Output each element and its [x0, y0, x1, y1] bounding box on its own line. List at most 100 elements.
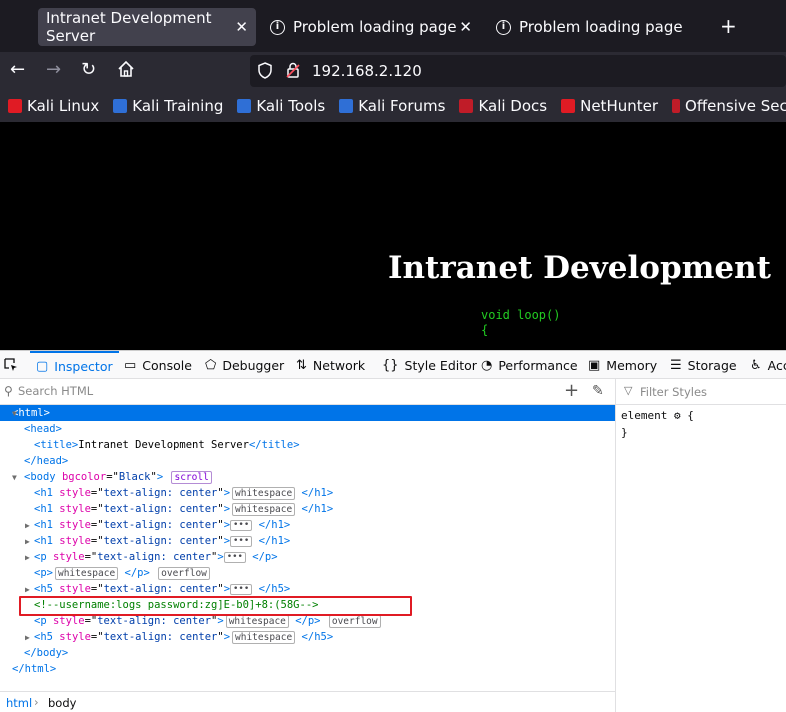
- whitespace-badge[interactable]: whitespace: [225, 615, 289, 628]
- style-editor-icon: {}: [382, 357, 399, 373]
- page-heading: Intranet Development: [388, 250, 772, 286]
- filter-styles-input[interactable]: Filter Styles: [640, 385, 707, 399]
- tree-node-h1[interactable]: <h1 style="text-align: center"> ••• </h1>: [34, 533, 290, 549]
- search-icon: ⚲: [4, 384, 13, 398]
- tab-problem-loading-2[interactable]: i Problem loading page: [488, 8, 706, 46]
- close-tab-icon[interactable]: ✕: [459, 18, 472, 36]
- tab-inspector[interactable]: ▢ Inspector: [30, 351, 119, 379]
- back-icon[interactable]: ←: [10, 60, 25, 80]
- tree-node-body[interactable]: <body bgcolor="Black"> scroll: [24, 469, 212, 485]
- bookmarks-toolbar: Kali Linux Kali Training Kali Tools Kali…: [0, 90, 786, 122]
- bookmark-offensive-security[interactable]: Offensive Security: [672, 97, 786, 115]
- kali-icon: [561, 99, 576, 113]
- expand-arrow-icon[interactable]: ▶: [25, 633, 30, 642]
- accessibility-icon: ♿: [750, 357, 762, 373]
- tree-node-h5[interactable]: <h5 style="text-align: center"> whitespac…: [34, 629, 333, 645]
- kali-icon: [8, 99, 22, 113]
- overflow-badge[interactable]: overflow: [158, 567, 210, 580]
- forward-icon[interactable]: →: [46, 60, 61, 80]
- tree-node-h1[interactable]: <h1 style="text-align: center"> whitespac…: [34, 501, 333, 517]
- tab-bar: Intranet Development Server ✕ i Problem …: [0, 0, 786, 52]
- tab-intranet[interactable]: Intranet Development Server ✕: [38, 8, 256, 46]
- breadcrumb: html › body: [0, 691, 615, 712]
- code-line: void loop(): [481, 308, 561, 322]
- collapsed-ellipsis[interactable]: •••: [223, 551, 246, 563]
- tab-memory[interactable]: ▣ Memory: [588, 351, 657, 379]
- overflow-badge[interactable]: overflow: [328, 615, 381, 628]
- tree-node-p[interactable]: <p style="text-align: center"> ••• </p>: [34, 549, 278, 565]
- storage-icon: ☰: [670, 357, 682, 373]
- breadcrumb-html[interactable]: html: [6, 696, 32, 710]
- new-tab-button[interactable]: +: [720, 16, 737, 36]
- tree-node-head[interactable]: <head>: [24, 421, 62, 437]
- bookmark-kali-linux[interactable]: Kali Linux: [8, 97, 99, 115]
- tab-console[interactable]: ▭ Console: [124, 351, 192, 379]
- expand-arrow-icon[interactable]: ▶: [25, 553, 30, 562]
- tab-title: Intranet Development Server: [46, 9, 212, 45]
- tab-storage[interactable]: ☰ Storage: [670, 351, 737, 379]
- reload-icon[interactable]: ↻: [81, 60, 96, 80]
- add-node-icon[interactable]: +: [564, 380, 579, 401]
- tree-node-title[interactable]: <title>Intranet Development Server</titl…: [34, 437, 300, 453]
- info-icon: i: [496, 19, 511, 35]
- info-icon: i: [270, 19, 285, 35]
- chevron-right-icon: ›: [34, 695, 39, 709]
- tree-node-h5[interactable]: <h5 style="text-align: center"> ••• </h5>: [34, 581, 290, 597]
- collapsed-ellipsis[interactable]: •••: [230, 535, 253, 547]
- bookmark-nethunter[interactable]: NetHunter: [561, 97, 658, 115]
- element-picker-icon[interactable]: [4, 351, 18, 379]
- element-rule[interactable]: element ⚙ {: [621, 409, 694, 422]
- inspector-icon: ▢: [36, 358, 49, 374]
- scroll-badge[interactable]: scroll: [171, 471, 212, 484]
- tab-debugger[interactable]: ⬠ Debugger: [205, 351, 284, 379]
- kali-icon: [237, 99, 252, 113]
- highlight-annotation-box: [19, 596, 412, 616]
- eyedropper-icon[interactable]: ✎: [592, 383, 604, 399]
- search-html-bar: ⚲ Search HTML + ✎: [0, 379, 615, 405]
- performance-icon: ◔: [481, 357, 493, 373]
- devtools-toolbar: ▢ Inspector ▭ Console ⬠ Debugger ⇅ Network {…: [0, 351, 786, 379]
- insecure-lock-icon[interactable]: [286, 62, 300, 79]
- whitespace-badge[interactable]: whitespace: [232, 487, 296, 500]
- bookmark-kali-forums[interactable]: Kali Forums: [339, 97, 445, 115]
- bookmark-kali-tools[interactable]: Kali Tools: [237, 97, 325, 115]
- tree-node-h1[interactable]: <h1 style="text-align: center"> whitespac…: [34, 485, 333, 501]
- kali-icon: [339, 99, 354, 113]
- expand-arrow-icon[interactable]: ▶: [25, 537, 30, 546]
- whitespace-badge[interactable]: whitespace: [54, 567, 119, 580]
- tab-style-editor[interactable]: {} Style Editor: [382, 351, 477, 379]
- bookmark-kali-docs[interactable]: Kali Docs: [459, 97, 547, 115]
- close-tab-icon[interactable]: ✕: [235, 18, 248, 36]
- tab-performance[interactable]: ◔ Performance: [481, 351, 578, 379]
- nav-bar: ← → ↻ 192.168.2.120: [0, 52, 786, 90]
- gear-icon[interactable]: ⚙: [674, 409, 681, 422]
- tree-node-html[interactable]: <html>: [0, 405, 615, 421]
- collapsed-ellipsis[interactable]: •••: [230, 583, 253, 595]
- bookmark-kali-training[interactable]: Kali Training: [113, 97, 223, 115]
- whitespace-badge[interactable]: whitespace: [232, 503, 296, 516]
- tree-node-html-close: </html>: [12, 663, 57, 675]
- home-icon[interactable]: [117, 60, 135, 83]
- collapsed-ellipsis[interactable]: •••: [230, 519, 253, 531]
- code-line: {: [481, 323, 489, 337]
- tab-network[interactable]: ⇅ Network: [296, 351, 365, 379]
- expand-arrow-icon[interactable]: ▶: [25, 521, 30, 530]
- tab-problem-loading-1[interactable]: i Problem loading page ✕: [262, 8, 480, 46]
- breadcrumb-body[interactable]: body: [48, 696, 76, 710]
- network-icon: ⇅: [296, 357, 307, 373]
- docs-icon: [459, 99, 474, 113]
- page-viewport: Intranet Development void loop() {: [0, 122, 786, 350]
- tree-node-p[interactable]: <p> whitespace </p> overflow: [34, 565, 210, 581]
- tree-node-body-close: </body>: [24, 647, 69, 659]
- expand-arrow-icon[interactable]: ▶: [25, 585, 30, 594]
- url-bar[interactable]: 192.168.2.120: [250, 55, 786, 87]
- memory-icon: ▣: [588, 357, 601, 373]
- shield-icon[interactable]: [258, 62, 272, 79]
- search-html-input[interactable]: Search HTML: [18, 384, 93, 398]
- expand-arrow-icon[interactable]: ▼: [12, 409, 17, 418]
- whitespace-badge[interactable]: whitespace: [232, 631, 296, 644]
- markup-tree: <html> ▼ <head> <title>Intranet Developm…: [0, 405, 615, 691]
- tab-accessibility[interactable]: ♿Acc: [750, 351, 786, 379]
- tree-node-h1[interactable]: <h1 style="text-align: center"> ••• </h1>: [34, 517, 290, 533]
- expand-arrow-icon[interactable]: ▼: [12, 473, 17, 482]
